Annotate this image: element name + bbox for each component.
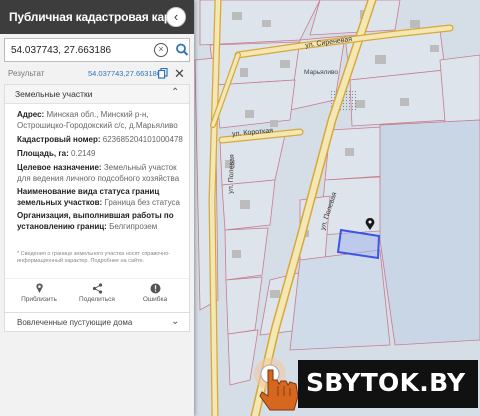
field-value: Граница без статуса <box>104 198 180 207</box>
section-header[interactable]: Земельные участки ⌃ <box>5 85 189 104</box>
zoom-in-button[interactable]: Приблизить <box>13 283 65 303</box>
clear-circle-icon[interactable]: × <box>154 43 168 57</box>
watermark-text: SBYTOK.BY <box>306 368 466 397</box>
result-bar: Результат 54.037743,27.663186 ✕ <box>4 66 190 82</box>
selected-parcel[interactable] <box>336 228 381 260</box>
result-coords: 54.037743,27.663186 <box>88 69 161 78</box>
chevron-left-icon[interactable]: ‹ <box>166 7 186 27</box>
field-address: Адрес: Минская обл., Минский р-н, Острош… <box>17 109 185 131</box>
report-error-button[interactable]: Ошибка <box>129 283 181 303</box>
search-icon[interactable] <box>175 42 189 58</box>
field-value: 0.2149 <box>71 149 96 158</box>
action-bar: Приблизить Поделиться Ошибка <box>5 278 189 309</box>
share-button[interactable]: Поделиться <box>71 283 123 303</box>
share-icon <box>92 283 102 294</box>
share-label: Поделиться <box>79 296 115 303</box>
field-organization: Организация, выполнившая работы по устан… <box>17 210 185 232</box>
error-icon <box>150 283 160 294</box>
close-icon[interactable]: ✕ <box>174 66 185 82</box>
collapsed-section[interactable]: Вовлеченные пустующие дома ⌄ <box>4 312 190 332</box>
watermark: SBYTOK.BY <box>248 352 480 416</box>
field-label: Кадастровый номер: <box>17 135 101 144</box>
field-label: Целевое назначение: <box>17 163 102 172</box>
field-cadastral-number: Кадастровый номер: 623685204101000478 <box>17 134 185 145</box>
street-label-polevaya-side: ул. Полевая <box>228 154 236 194</box>
field-label: Площадь, га: <box>17 149 69 158</box>
panel-header: Публичная кадастровая карта ‹ <box>0 0 194 34</box>
copy-icon[interactable] <box>158 68 168 79</box>
error-label: Ошибка <box>142 296 168 303</box>
village-label: Марьяливо <box>304 69 338 76</box>
chevron-up-icon[interactable]: ⌃ <box>171 87 179 98</box>
location-pin-icon <box>35 283 43 293</box>
section-title: Земельные участки <box>15 89 93 99</box>
chevron-down-icon[interactable]: ⌄ <box>171 316 179 327</box>
field-area: Площадь, га: 0.2149 <box>17 148 185 159</box>
collapsed-section-title: Вовлеченные пустующие дома <box>17 318 133 327</box>
zoom-in-label: Приблизить <box>21 296 57 303</box>
field-value: Белгипрозем <box>109 222 158 231</box>
field-boundary-status: Наименование вида статуса границ земельн… <box>17 186 185 208</box>
parcel-card: Земельные участки ⌃ Адрес: Минская обл.,… <box>4 84 190 332</box>
panel-title: Публичная кадастровая карта <box>9 10 184 24</box>
side-panel: Публичная кадастровая карта ‹ × Результа… <box>0 0 194 416</box>
search-box: × <box>4 38 190 62</box>
field-label: Адрес: <box>17 110 45 119</box>
field-value: 623685204101000478 <box>102 135 183 144</box>
result-label: Результат <box>8 69 45 78</box>
disclaimer-note: * Сведения о границе земельного участка … <box>17 251 171 264</box>
field-purpose: Целевое назначение: Земельный участок дл… <box>17 162 185 184</box>
search-input[interactable] <box>11 42 141 58</box>
